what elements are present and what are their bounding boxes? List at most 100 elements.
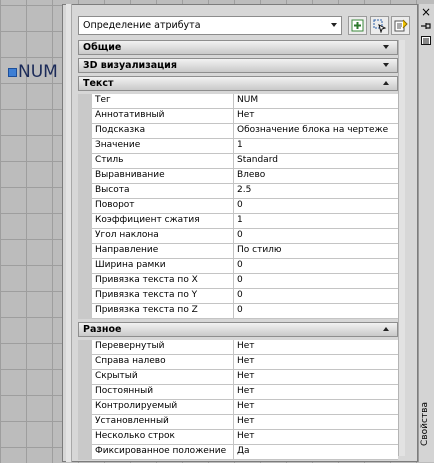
property-row[interactable]: Контролируемый Нет [92, 400, 398, 415]
property-grid-scrollbar[interactable] [398, 40, 405, 456]
properties-menu-icon[interactable] [421, 36, 431, 45]
toggle-pickadd-button[interactable] [348, 16, 367, 35]
property-row[interactable]: Фиксированное положение Да [92, 445, 398, 460]
property-value[interactable]: Standard [234, 154, 398, 168]
property-name: Аннотативный [92, 109, 234, 123]
property-name: Поворот [92, 199, 234, 213]
property-name: Высота [92, 184, 234, 198]
chevron-down-icon [383, 63, 389, 67]
property-row[interactable]: Стиль Standard [92, 154, 398, 169]
palette-tab[interactable]: Свойства [417, 396, 433, 452]
chevron-up-icon [383, 81, 389, 85]
chevron-up-icon [383, 327, 389, 331]
select-objects-button[interactable] [370, 16, 389, 35]
property-name: Перевернутый [92, 340, 234, 354]
property-name: Постоянный [92, 385, 234, 399]
property-value[interactable]: Да [234, 445, 398, 459]
text-properties: Тег NUM Аннотативный Нет Подсказка Обозначе… [78, 94, 398, 319]
property-name: Привязка текста по X [92, 274, 234, 288]
property-value[interactable]: По стилю [234, 244, 398, 258]
property-value[interactable]: 1 [234, 214, 398, 228]
property-name: Привязка текста по Y [92, 289, 234, 303]
category-3d-visualization[interactable]: 3D визуализация [78, 58, 398, 73]
property-row[interactable]: Перевернутый Нет [92, 340, 398, 355]
property-row[interactable]: Скрытый Нет [92, 370, 398, 385]
property-value[interactable]: Нет [234, 385, 398, 399]
misc-properties: Перевернутый Нет Справа налево Нет Скрытый… [78, 340, 398, 460]
palette-toolbar: Определение атрибута [78, 14, 410, 38]
category-misc[interactable]: Разное [78, 322, 398, 337]
object-type-select[interactable]: Определение атрибута [78, 16, 342, 35]
property-name: Справа налево [92, 355, 234, 369]
property-value[interactable]: Нет [234, 430, 398, 444]
property-grid: Общие 3D визуализация Текст Тег NUM Аннот… [78, 40, 398, 463]
property-row[interactable]: Высота 2.5 [92, 184, 398, 199]
property-name: Стиль [92, 154, 234, 168]
property-name: Направление [92, 244, 234, 258]
property-value[interactable]: Нет [234, 355, 398, 369]
property-row[interactable]: Справа налево Нет [92, 355, 398, 370]
property-value[interactable]: 0 [234, 259, 398, 273]
property-name: Выравнивание [92, 169, 234, 183]
property-value[interactable]: 0 [234, 274, 398, 288]
property-row[interactable]: Поворот 0 [92, 199, 398, 214]
property-name: Значение [92, 139, 234, 153]
property-value[interactable]: Нет [234, 340, 398, 354]
property-name: Несколько строк [92, 430, 234, 444]
property-value[interactable]: 1 [234, 139, 398, 153]
property-row[interactable]: Привязка текста по Y0 [92, 289, 398, 304]
property-row[interactable]: Выравнивание Влево [92, 169, 398, 184]
property-row[interactable]: Установленный Нет [92, 415, 398, 430]
property-name: Контролируемый [92, 400, 234, 414]
quick-select-button[interactable] [391, 16, 410, 35]
quick-select-icon [394, 19, 408, 31]
close-icon[interactable]: × [420, 6, 432, 18]
category-label: Разное [83, 324, 122, 335]
property-value[interactable]: 0 [234, 199, 398, 213]
property-value[interactable]: Влево [234, 169, 398, 183]
property-name: Фиксированное положение [92, 445, 234, 459]
autohide-icon[interactable] [420, 21, 432, 31]
property-value[interactable]: Нет [234, 400, 398, 414]
property-row[interactable]: Подсказка Обозначение блока на чертеже [92, 124, 398, 139]
chevron-down-icon [383, 45, 389, 49]
property-value[interactable]: Нет [234, 109, 398, 123]
property-row[interactable]: Направление По стилю [92, 244, 398, 259]
property-name: Угол наклона [92, 229, 234, 243]
property-row[interactable]: Аннотативный Нет [92, 109, 398, 124]
category-label: Текст [83, 78, 114, 89]
property-value[interactable]: Нет [234, 370, 398, 384]
property-value[interactable]: 0 [234, 304, 398, 318]
property-row[interactable]: Коэффициент сжатия 1 [92, 214, 398, 229]
property-row[interactable]: Постоянный Нет [92, 385, 398, 400]
property-name: Коэффициент сжатия [92, 214, 234, 228]
property-value[interactable]: 0 [234, 289, 398, 303]
property-row[interactable]: Ширина рамки 0 [92, 259, 398, 274]
property-name: Установленный [92, 415, 234, 429]
toggle-pickadd-icon [351, 19, 364, 32]
palette-tab-label: Свойства [420, 402, 430, 446]
chevron-down-icon [331, 23, 337, 27]
category-text[interactable]: Текст [78, 76, 398, 91]
property-row[interactable]: Тег NUM [92, 94, 398, 109]
grip-handle[interactable] [8, 67, 17, 77]
property-row[interactable]: Несколько строк Нет [92, 430, 398, 445]
palette-title-bar[interactable] [66, 4, 72, 462]
property-value[interactable]: Нет [234, 415, 398, 429]
property-name: Тег [92, 94, 234, 108]
property-value[interactable]: 2.5 [234, 184, 398, 198]
property-name: Привязка текста по Z [92, 304, 234, 318]
property-row[interactable]: Значение 1 [92, 139, 398, 154]
property-row[interactable]: Угол наклона 0 [92, 229, 398, 244]
property-value[interactable]: NUM [234, 94, 398, 108]
property-row[interactable]: Привязка текста по X0 [92, 274, 398, 289]
property-row[interactable]: Привязка текста по Z0 [92, 304, 398, 319]
property-name: Подсказка [92, 124, 234, 138]
attribute-tag-text: NUM [18, 62, 58, 82]
category-general[interactable]: Общие [78, 40, 398, 55]
palette-side-strip [418, 4, 434, 462]
property-value[interactable]: 0 [234, 229, 398, 243]
attribute-entity[interactable]: NUM [8, 62, 58, 82]
category-label: 3D визуализация [83, 60, 177, 71]
property-value[interactable]: Обозначение блока на чертеже [234, 124, 398, 138]
